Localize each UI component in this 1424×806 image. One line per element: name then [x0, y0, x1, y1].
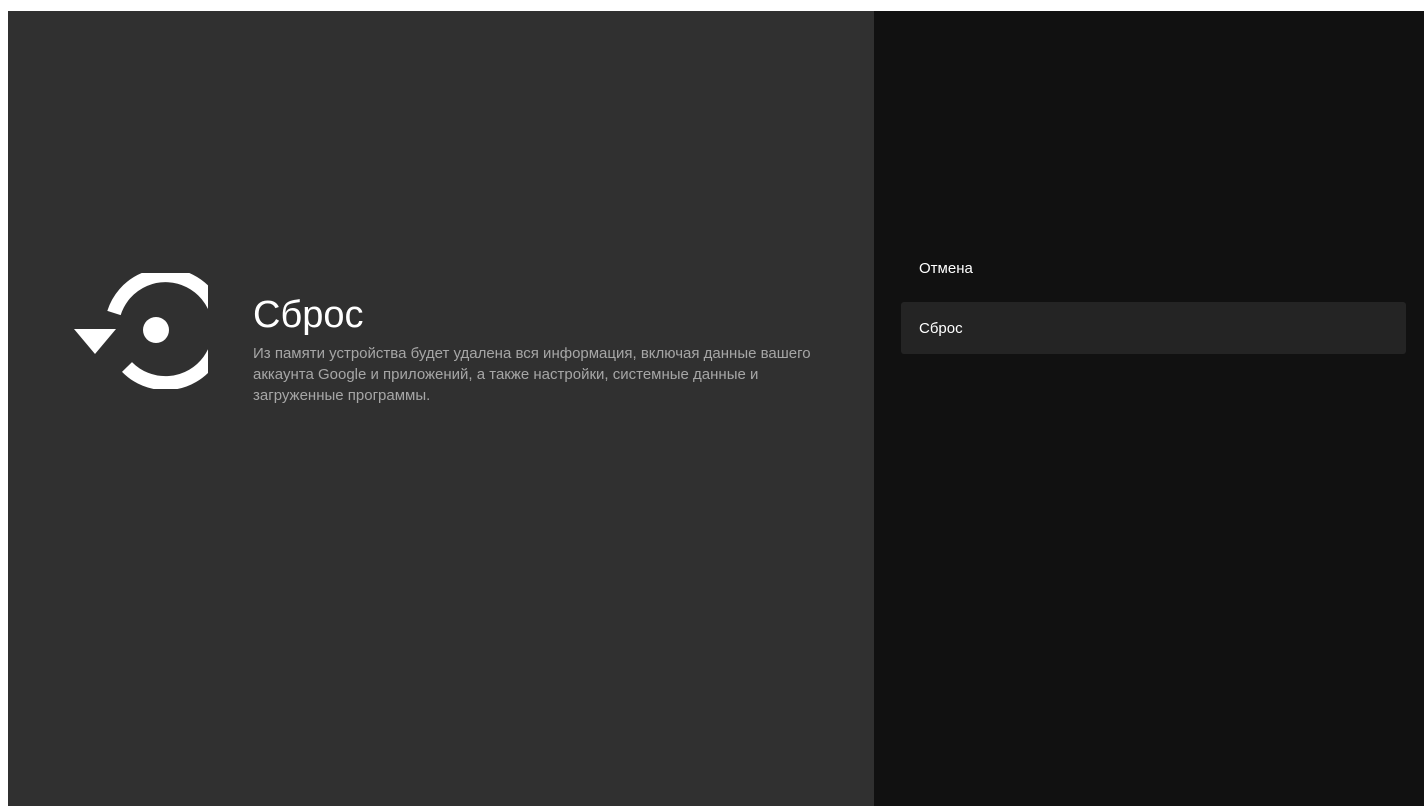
- actions-pane: Отмена Сброс: [874, 11, 1424, 806]
- action-list: Отмена Сброс: [901, 242, 1406, 362]
- reset-button-label: Сброс: [919, 319, 963, 337]
- tv-settings-screen: Сброс Из памяти устройства будет удалена…: [8, 11, 1424, 806]
- cancel-button[interactable]: Отмена: [901, 242, 1406, 294]
- reset-icon: [72, 273, 208, 389]
- guidance-pane: Сброс Из памяти устройства будет удалена…: [8, 11, 874, 806]
- page-title: Сброс: [253, 294, 364, 336]
- guidance-text: Сброс Из памяти устройства будет удалена…: [253, 293, 813, 406]
- reset-button[interactable]: Сброс: [901, 302, 1406, 354]
- reset-description: Из памяти устройства будет удалена вся и…: [253, 345, 811, 404]
- cancel-button-label: Отмена: [919, 259, 973, 277]
